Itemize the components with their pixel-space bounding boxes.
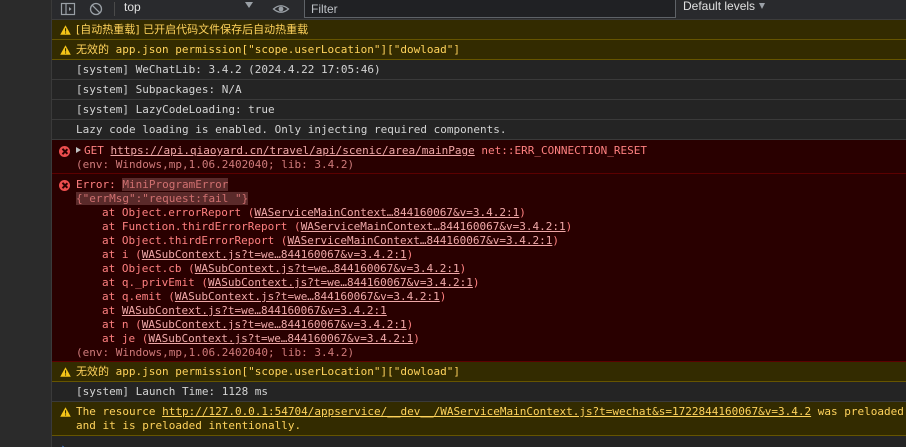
console-panel: top Default levels [自动热重载] 已开启代码文件保存后自动热…	[52, 0, 906, 447]
warning-icon	[60, 25, 71, 35]
request-method: GET	[84, 144, 104, 157]
stack-frame-caller: at q._privEmit (	[102, 276, 208, 289]
log-row-warning: [自动热重载] 已开启代码文件保存后自动热重载	[52, 20, 906, 40]
stack-frame: at Object.thirdErrorReport (WAServiceMai…	[102, 234, 572, 248]
stack-frame-suffix: )	[565, 220, 573, 233]
request-url-link[interactable]: https://api.qiaoyard.cn/travel/api/sceni…	[111, 144, 475, 157]
stack-frame-source-link[interactable]: WASubContext.js?t=we…844160067&v=3.4.2:1	[142, 318, 407, 331]
console-prompt-icon[interactable]: ›	[60, 441, 67, 447]
stack-frame: at WASubContext.js?t=we…844160067&v=3.4.…	[102, 304, 572, 318]
clear-console-icon[interactable]	[88, 1, 104, 17]
stack-frame-source-link[interactable]: WASubContext.js?t=we…844160067&v=3.4.2:1	[208, 276, 473, 289]
stack-frame-caller: at Object.thirdErrorReport (	[102, 234, 288, 247]
warning-icon	[60, 367, 71, 377]
stack-frame: at Function.thirdErrorReport (WAServiceM…	[102, 220, 572, 234]
log-row-info: [system] WeChatLib: 3.4.2 (2024.4.22 17:…	[52, 60, 906, 80]
network-error-code: net::ERR_CONNECTION_RESET	[481, 144, 647, 157]
log-message: [system] WeChatLib: 3.4.2 (2024.4.22 17:…	[76, 63, 381, 76]
error-icon	[59, 146, 70, 157]
log-row-network-error: GET https://api.qiaoyard.cn/travel/api/s…	[52, 140, 906, 174]
error-icon	[59, 180, 70, 191]
stack-frame-caller: at q.emit (	[102, 290, 175, 303]
chevron-down-icon	[759, 3, 765, 9]
stack-frame: at je (WASubContext.js?t=we…844160067&v=…	[102, 332, 572, 346]
stack-frame-source-link[interactable]: WAServiceMainContext…844160067&v=3.4.2:1	[287, 234, 552, 247]
redacted-error-text: {"errMsg":"request:fail "}	[76, 192, 249, 205]
stack-frame-suffix: )	[459, 262, 467, 275]
log-message: [system] Subpackages: N/A	[76, 83, 242, 96]
log-message: [system] LazyCodeLoading: true	[76, 103, 275, 116]
log-message: [system] Launch Time: 1128 ms	[76, 385, 269, 398]
log-levels-dropdown[interactable]: Default levels	[683, 0, 793, 18]
warning-icon	[60, 45, 71, 55]
redacted-error-text: MiniProgramError	[122, 178, 229, 191]
stack-frame: at Object.errorReport (WAServiceMainCont…	[102, 206, 572, 220]
log-message: 无效的 app.json permission["scope.userLocat…	[76, 365, 460, 378]
live-expression-eye-icon[interactable]	[272, 1, 290, 17]
error-prefix: Error:	[76, 178, 116, 191]
console-messages: [自动热重载] 已开启代码文件保存后自动热重载 无效的 app.json per…	[52, 20, 906, 447]
warning-icon	[60, 407, 71, 417]
error-message: Error: MiniProgramError	[76, 178, 229, 192]
stack-frame-source-link[interactable]: WASubContext.js?t=we…844160067&v=3.4.2:1	[175, 290, 440, 303]
preload-url-link[interactable]: http://127.0.0.1:54704/appservice/__dev_…	[162, 405, 811, 418]
preload-text: The resource	[76, 405, 163, 418]
log-row-info: [system] LazyCodeLoading: true	[52, 100, 906, 120]
log-message: Lazy code loading is enabled. Only injec…	[76, 123, 507, 136]
preload-text: was preloaded	[811, 405, 904, 418]
log-row-warning: 无效的 app.json permission["scope.userLocat…	[52, 362, 906, 382]
log-row-error-stack: Error: MiniProgramError {"errMsg":"reque…	[52, 174, 906, 362]
log-levels-label: Default levels	[683, 0, 756, 13]
stack-frame-source-link[interactable]: WASubContext.js?t=we…844160067&v=3.4.2:1	[195, 262, 460, 275]
stack-frame-suffix: )	[519, 206, 526, 219]
stack-frame-source-link[interactable]: WAServiceMainContext…844160067&v=3.4.2:1	[301, 220, 566, 233]
stack-frame-caller: at je (	[102, 332, 149, 345]
editor-side-strip	[0, 0, 52, 447]
stack-frame: at n (WASubContext.js?t=we…844160067&v=3…	[102, 318, 572, 332]
stack-frame-caller: at Function.thirdErrorReport (	[102, 220, 301, 233]
log-row-warning: 无效的 app.json permission["scope.userLocat…	[52, 40, 906, 60]
context-selector-label: top	[124, 0, 141, 14]
error-message-line2: {"errMsg":"request:fail "}	[76, 192, 249, 206]
log-message: [自动热重载] 已开启代码文件保存后自动热重载	[76, 23, 309, 36]
log-row-info: [system] Subpackages: N/A	[52, 80, 906, 100]
stack-frame-source-link[interactable]: WASubContext.js?t=we…844160067&v=3.4.2:1	[122, 304, 387, 317]
log-message: 无效的 app.json permission["scope.userLocat…	[76, 43, 460, 56]
network-error-line: GET https://api.qiaoyard.cn/travel/api/s…	[76, 144, 647, 158]
stack-frame-source-link[interactable]: WAServiceMainContext…844160067&v=3.4.2:1	[254, 206, 519, 219]
stack-frame-caller: at n (	[102, 318, 142, 331]
filter-input[interactable]	[311, 1, 667, 16]
stack-frame-caller: at Object.errorReport (	[102, 206, 255, 219]
stack-frame-source-link[interactable]: WASubContext.js?t=we…844160067&v=3.4.2:1	[148, 332, 413, 345]
stack-frame-suffix: )	[472, 276, 480, 289]
log-row-warning: The resource http://127.0.0.1:54704/apps…	[52, 402, 906, 436]
stack-frame-suffix: )	[552, 234, 559, 247]
toolbar-separator	[114, 2, 115, 16]
stack-frame-suffix: )	[439, 290, 447, 303]
log-row-info: [system] Launch Time: 1128 ms	[52, 382, 906, 402]
show-sidebar-icon[interactable]	[60, 2, 76, 16]
expand-caret-icon[interactable]	[76, 147, 81, 153]
log-env: (env: Windows,mp,1.06.2402040; lib: 3.4.…	[76, 346, 355, 359]
preload-message-line2: and it is preloaded intentionally.	[76, 419, 302, 432]
stack-frame-caller: at i (	[102, 248, 142, 261]
stack-frame-suffix: )	[413, 332, 420, 345]
stack-frame: at q._privEmit (WASubContext.js?t=we…844…	[102, 276, 572, 290]
log-env: (env: Windows,mp,1.06.2402040; lib: 3.4.…	[76, 158, 355, 171]
console-toolbar: top Default levels	[52, 0, 906, 20]
stack-frame-caller: at Object.cb (	[102, 262, 195, 275]
filter-box	[304, 0, 676, 18]
stack-frame: at Object.cb (WASubContext.js?t=we…84416…	[102, 262, 572, 276]
stack-frame: at i (WASubContext.js?t=we…844160067&v=3…	[102, 248, 572, 262]
stack-frame-source-link[interactable]: WASubContext.js?t=we…844160067&v=3.4.2:1	[142, 248, 407, 261]
preload-message: The resource http://127.0.0.1:54704/apps…	[76, 405, 904, 419]
stack-trace: at Object.errorReport (WAServiceMainCont…	[102, 206, 572, 346]
stack-frame-suffix: )	[406, 318, 414, 331]
context-selector[interactable]: top	[116, 0, 256, 18]
stack-frame-suffix: )	[406, 248, 414, 261]
chevron-down-icon	[245, 2, 253, 8]
log-row-info: Lazy code loading is enabled. Only injec…	[52, 120, 906, 140]
stack-frame: at q.emit (WASubContext.js?t=we…84416006…	[102, 290, 572, 304]
stack-frame-caller: at	[102, 304, 122, 317]
